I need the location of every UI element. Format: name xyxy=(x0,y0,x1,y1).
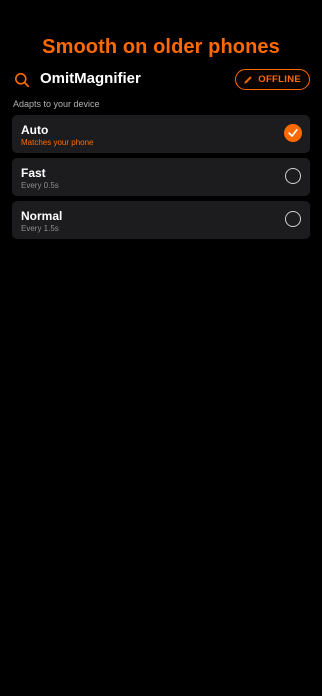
app-title: OmitMagnifier xyxy=(40,70,141,87)
option-title: Fast xyxy=(21,166,46,180)
radio-circle-icon[interactable] xyxy=(285,168,301,184)
option-title: Normal xyxy=(21,209,63,223)
option-title: Auto xyxy=(21,123,49,137)
option-subtitle: Every 0.5s xyxy=(21,181,59,190)
selected-check-icon[interactable] xyxy=(284,124,302,142)
magnifier-icon xyxy=(14,72,30,88)
pencil-icon xyxy=(243,75,253,85)
option-fast[interactable]: Fast Every 0.5s xyxy=(12,158,310,196)
option-subtitle: Every 1.5s xyxy=(21,224,59,233)
app-header: OmitMagnifier OFFLINE xyxy=(12,68,310,92)
radio-circle-icon[interactable] xyxy=(285,211,301,227)
offline-badge[interactable]: OFFLINE xyxy=(235,69,310,90)
option-subtitle: Matches your phone xyxy=(21,138,94,147)
options-list: Auto Matches your phone Fast Every 0.5s … xyxy=(12,115,310,244)
option-auto[interactable]: Auto Matches your phone xyxy=(12,115,310,153)
section-label: Adapts to your device xyxy=(13,99,100,109)
promo-headline: Smooth on older phones xyxy=(42,36,280,58)
offline-label: OFFLINE xyxy=(258,74,301,85)
option-normal[interactable]: Normal Every 1.5s xyxy=(12,201,310,239)
